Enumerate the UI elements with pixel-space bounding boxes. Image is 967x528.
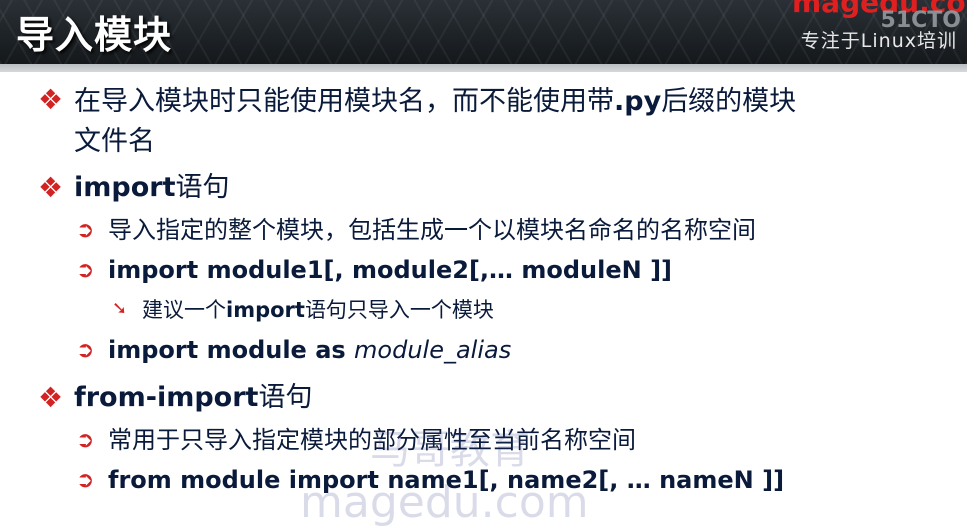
sub-sub-bullet-text: 建议一个import语句只导入一个模块 <box>142 296 494 324</box>
bullet-arrow-icon: ➲ <box>76 218 95 243</box>
watermark-magedu-cn: 马哥教育 <box>370 427 530 473</box>
code-import-inline: import <box>226 298 305 322</box>
note-part-a: 建议一个 <box>142 298 226 322</box>
brand-slogan: 专注于Linux培训 <box>800 30 957 52</box>
bullet-arrow-down-icon: ➘ <box>112 298 128 319</box>
bullet-text-1: 在导入模块时只能使用模块名，而不能使用带.py后缀的模块 <box>74 84 796 120</box>
bullet-text-2: import语句 <box>74 170 230 206</box>
code-import: import <box>74 172 176 203</box>
bullet-text-1-part-b: 后缀的模块 <box>661 86 797 117</box>
slide-body: ❖ 在导入模块时只能使用模块名，而不能使用带.py后缀的模块 文件名 ❖ imp… <box>0 72 967 528</box>
bullet-arrow-icon: ➲ <box>76 258 95 283</box>
code-import-alias-part-a: import module as <box>108 336 355 364</box>
bullet-text-3: from-import语句 <box>74 380 312 416</box>
code-py: .py <box>614 86 662 117</box>
bullet-text-1-part-a: 在导入模块时只能使用模块名，而不能使用带 <box>74 86 614 117</box>
bullet-text-1-line2: 文件名 <box>74 126 155 157</box>
bullet-arrow-icon: ➲ <box>76 338 95 363</box>
code-import-alias: import module as module_alias <box>108 334 511 366</box>
bullet-text-3-rest: 语句 <box>258 382 313 413</box>
bullet-arrow-icon: ➲ <box>76 468 95 493</box>
note-part-b: 语句只导入一个模块 <box>304 298 494 322</box>
bullet-text-2-rest: 语句 <box>175 172 230 203</box>
bullet-arrow-icon: ➲ <box>76 428 95 453</box>
sub-bullet-text-2-1: 导入指定的整个模块，包括生成一个以模块名命名的名称空间 <box>108 216 756 244</box>
code-module-alias: module_alias <box>354 336 512 364</box>
slide-title: 导入模块 <box>16 13 173 57</box>
code-import-syntax: import module1[, module2[,… moduleN ]] <box>108 256 673 284</box>
bullet-diamond-icon: ❖ <box>38 381 64 414</box>
bullet-diamond-icon: ❖ <box>38 83 64 116</box>
header-divider <box>0 64 967 72</box>
code-from-import: from-import <box>74 382 259 413</box>
bullet-diamond-icon: ❖ <box>38 171 64 204</box>
watermark-magedu-url: magedu.com <box>300 477 589 528</box>
slide-header: 导入模块 magedu.com 51CTO 专注于Linux培训 <box>0 0 967 64</box>
